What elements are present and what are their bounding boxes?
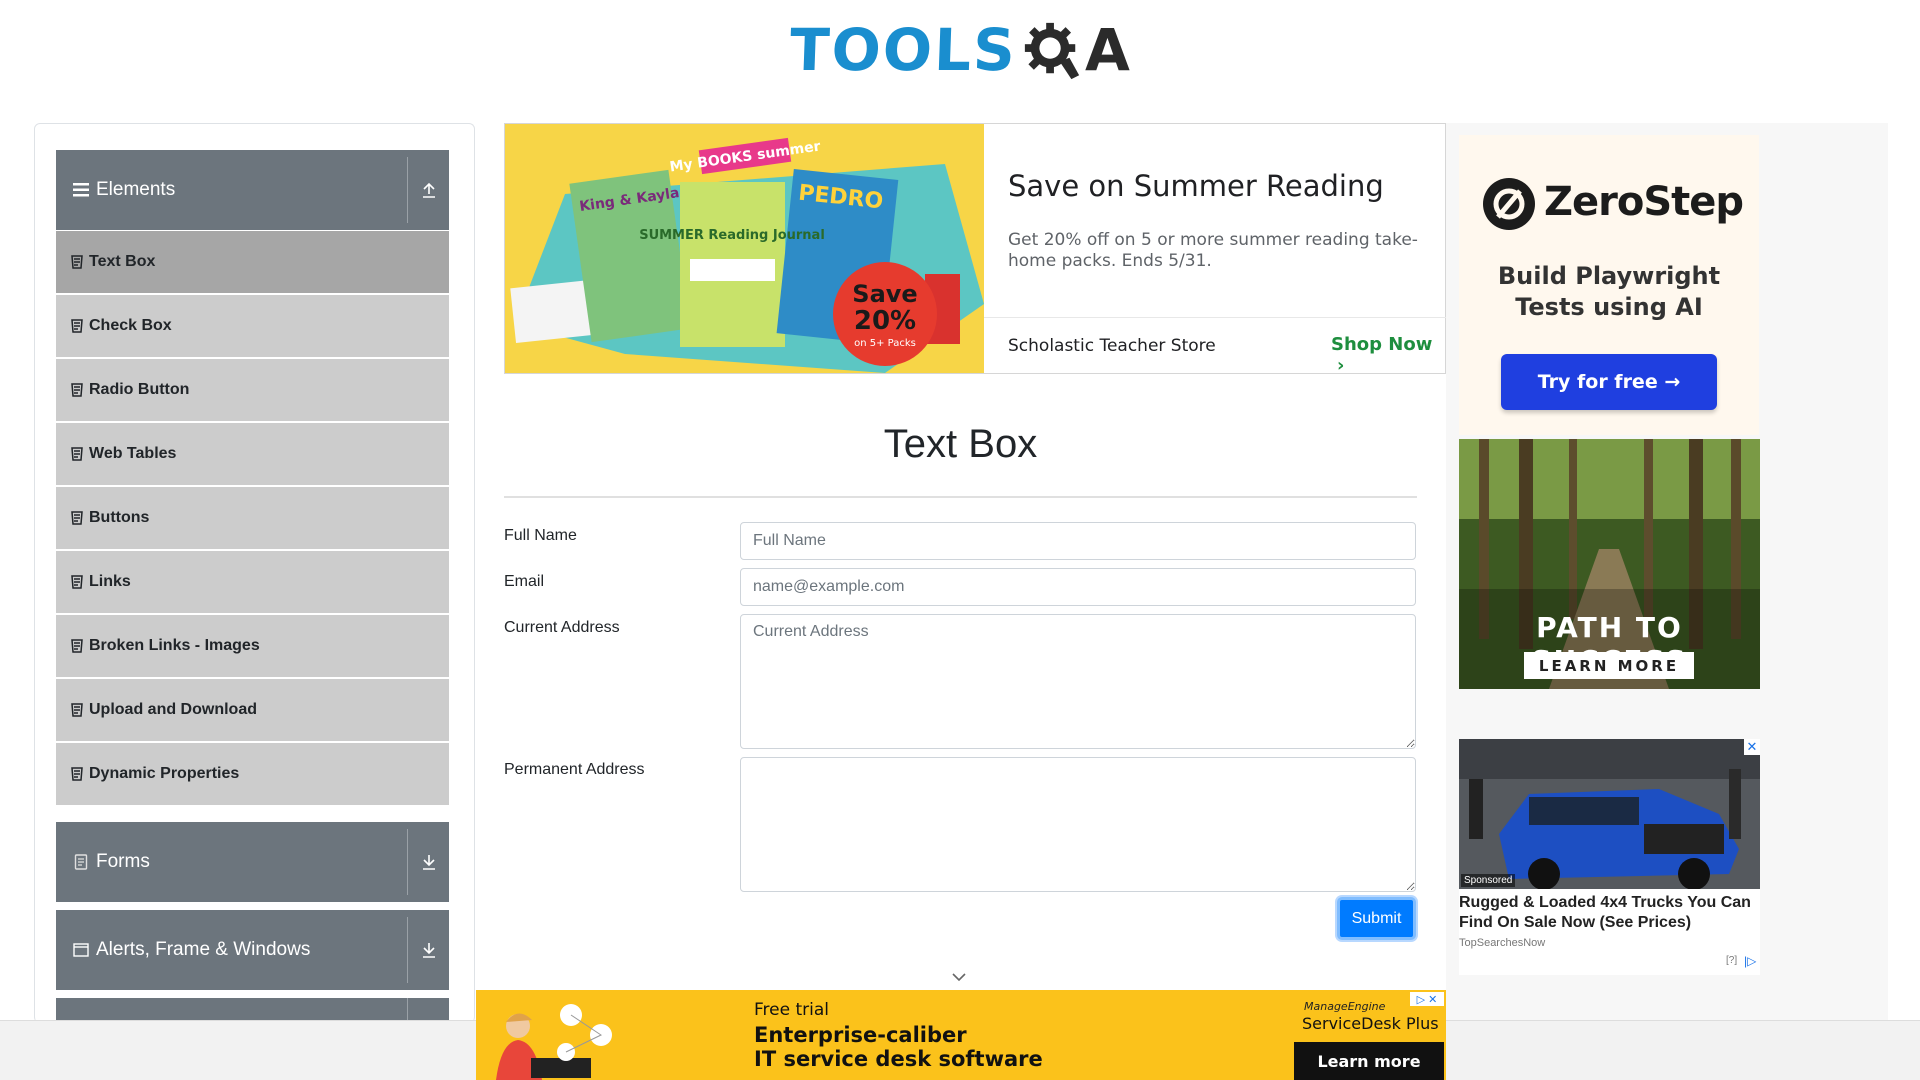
- sidebar-item-dynamic-properties[interactable]: Dynamic Properties: [56, 743, 449, 805]
- ad-image-text: 20%: [854, 306, 916, 336]
- sidebar-item-label: Radio Button: [89, 381, 190, 398]
- try-for-free-button[interactable]: Try for free →: [1501, 354, 1717, 410]
- full-name-label: Full Name: [504, 527, 577, 544]
- ad-title[interactable]: Save on Summer Reading: [1008, 169, 1384, 203]
- servicedesk-ad[interactable]: Free trial Enterprise-caliber IT service…: [476, 990, 1446, 1080]
- collapse-up-icon[interactable]: [407, 157, 449, 223]
- sidebar-item-text-box[interactable]: Text Box: [56, 231, 449, 293]
- sidebar-item-check-box[interactable]: Check Box: [56, 295, 449, 357]
- expand-down-icon[interactable]: [407, 917, 449, 983]
- full-name-input[interactable]: [740, 522, 1416, 560]
- sidebar-item-broken-links[interactable]: Broken Links - Images: [56, 615, 449, 677]
- sidebar-group-forms[interactable]: Forms: [56, 822, 449, 902]
- sidebar-item-label: Web Tables: [89, 445, 177, 462]
- document-icon: [71, 639, 83, 653]
- document-icon: [71, 319, 83, 333]
- hamburger-icon: [72, 181, 90, 199]
- permanent-address-label: Permanent Address: [504, 761, 645, 778]
- document-icon: [71, 447, 83, 461]
- ad-store-name: Scholastic Teacher Store: [1008, 336, 1216, 356]
- sponsored-badge: Sponsored: [1461, 874, 1516, 887]
- sidebar-item-web-tables[interactable]: Web Tables: [56, 423, 449, 485]
- bottom-ad-trial: Free trial: [754, 1000, 829, 1020]
- adchoices-close-icon[interactable]: ▷ ✕: [1410, 992, 1444, 1006]
- current-address-label: Current Address: [504, 619, 620, 636]
- manageengine-brand: ManageEngine: [1304, 1000, 1386, 1013]
- ad-books-image[interactable]: My BOOKS summer King & Kayla SUMMER Read…: [505, 124, 984, 373]
- bottom-ad-headline-2: IT service desk software: [754, 1047, 1043, 1071]
- sidebar-group-elements[interactable]: Elements: [56, 150, 449, 230]
- path-to-success-ad[interactable]: PATH TO SUCCESS LEARN MORE: [1459, 439, 1760, 689]
- document-icon: [71, 767, 83, 781]
- learn-more-button[interactable]: LEARN MORE: [1524, 652, 1694, 679]
- sidebar-item-label: Check Box: [89, 317, 172, 334]
- servicedesk-product: ServiceDesk Plus: [1302, 1014, 1439, 1033]
- sidebar-item-label: Links: [89, 573, 131, 590]
- document-icon: [72, 853, 90, 871]
- submit-button[interactable]: Submit: [1337, 897, 1416, 940]
- sidebar-group-alerts[interactable]: Alerts, Frame & Windows: [56, 910, 449, 990]
- ad-image-text: SUMMER Reading Journal: [639, 228, 825, 243]
- sidebar-item-label: Buttons: [89, 509, 150, 526]
- truck-ad-source: TopSearchesNow: [1459, 937, 1546, 949]
- truck-illustration: [1459, 739, 1760, 889]
- sidebar-item-upload-download[interactable]: Upload and Download: [56, 679, 449, 741]
- title-divider: [504, 496, 1417, 498]
- scholastic-ad[interactable]: My BOOKS summer King & Kayla SUMMER Read…: [504, 123, 1447, 376]
- document-icon: [71, 383, 83, 397]
- document-icon: [71, 575, 83, 589]
- sidebar-group-label: Elements: [96, 179, 176, 200]
- document-icon: [71, 255, 83, 269]
- page-title: Text Box: [883, 422, 1038, 466]
- books-illustration: My BOOKS summer King & Kayla SUMMER Read…: [510, 137, 984, 373]
- sidebar-item-buttons[interactable]: Buttons: [56, 487, 449, 549]
- bottom-ad-headline-1: Enterprise-caliber: [754, 1023, 967, 1047]
- gear-q-icon: [1024, 22, 1080, 80]
- logo-text-a: A: [1085, 16, 1130, 84]
- chevron-right-icon: ›: [1337, 355, 1345, 376]
- toolsqa-logo[interactable]: TOOLS A: [0, 0, 1920, 100]
- ad-description: Get 20% off on 5 or more summer reading …: [1008, 230, 1418, 271]
- logo-qa-mark: A: [1021, 16, 1130, 84]
- zerostep-brand: ZeroStep: [1544, 179, 1744, 225]
- shop-now-label: Shop Now: [1331, 334, 1433, 355]
- permanent-address-input[interactable]: [740, 757, 1416, 892]
- learn-more-button[interactable]: Learn more: [1294, 1042, 1444, 1080]
- adchoice-help[interactable]: [?]: [1726, 955, 1737, 966]
- close-ad-icon[interactable]: ✕: [1744, 739, 1760, 755]
- ad-person-illustration: [476, 990, 746, 1080]
- sidebar-group-label: Forms: [96, 851, 150, 872]
- sidebar-item-links[interactable]: Links: [56, 551, 449, 613]
- ad-image-text: Save: [852, 280, 917, 308]
- sidebar-item-label: Broken Links - Images: [89, 637, 260, 654]
- zerostep-ad[interactable]: ZeroStep Build Playwright Tests using AI…: [1459, 135, 1759, 435]
- left-sidebar: Elements Text Box Check Box Radio Button…: [34, 123, 475, 1024]
- truck-ad[interactable]: Sponsored ✕ Rugged & Loaded 4x4 Trucks Y…: [1459, 739, 1760, 975]
- adchoices-icon[interactable]: |▷: [1744, 954, 1756, 968]
- current-address-input[interactable]: [740, 614, 1416, 749]
- document-icon: [71, 511, 83, 525]
- chevron-down-icon[interactable]: [950, 970, 968, 984]
- sidebar-item-label: Dynamic Properties: [89, 765, 240, 782]
- sidebar-item-radio-button[interactable]: Radio Button: [56, 359, 449, 421]
- zerostep-logo-icon: [1483, 178, 1535, 230]
- sidebar-group-label: Alerts, Frame & Windows: [96, 939, 311, 960]
- ad-divider: [984, 317, 1447, 318]
- zerostep-headline: Build Playwright Tests using AI: [1497, 262, 1721, 321]
- sidebar-item-label: Upload and Download: [89, 701, 257, 718]
- ad-image-text: on 5+ Packs: [854, 338, 916, 349]
- expand-down-icon[interactable]: [407, 829, 449, 895]
- email-input[interactable]: [740, 568, 1416, 606]
- truck-image[interactable]: [1459, 739, 1760, 889]
- truck-ad-title[interactable]: Rugged & Loaded 4x4 Trucks You Can Find …: [1459, 893, 1760, 933]
- sidebar-item-label: Text Box: [89, 253, 156, 270]
- logo-text-tools: TOOLS: [788, 16, 1019, 84]
- window-icon: [72, 941, 90, 959]
- document-icon: [71, 703, 83, 717]
- shop-now-link[interactable]: Shop Now ›: [1331, 334, 1445, 376]
- email-label: Email: [504, 573, 545, 590]
